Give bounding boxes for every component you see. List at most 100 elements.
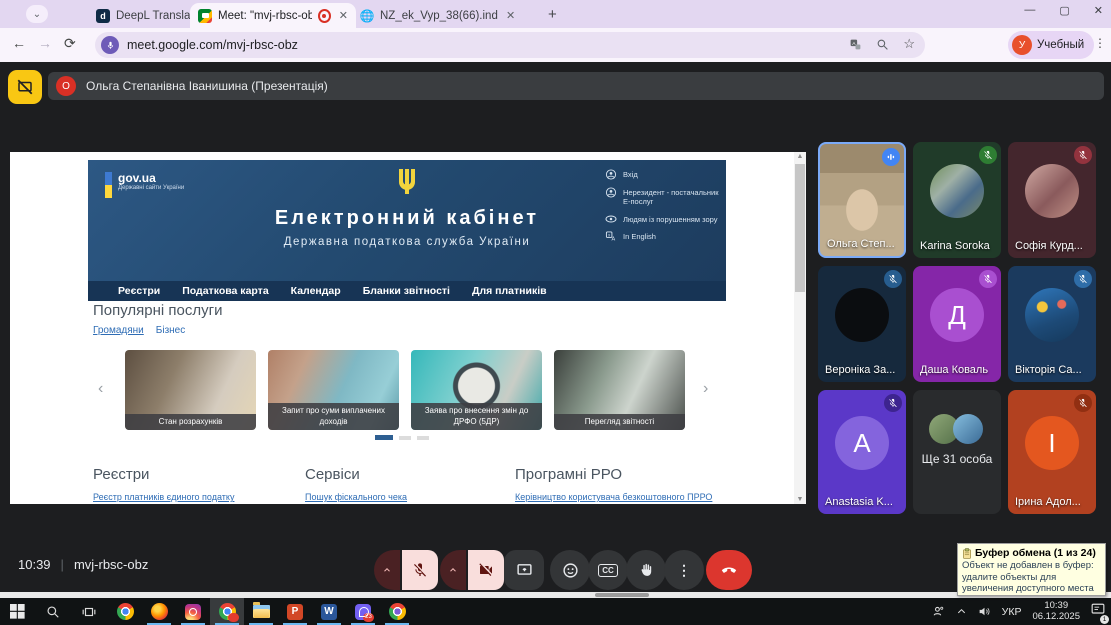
presenter-name: Ольга Степанівна Іванишина (Презентація) [86,79,328,93]
site-hero: gov.ua Державні сайти України Електронни… [88,160,726,281]
reactions-button[interactable] [550,550,590,590]
participant-tile-sofia[interactable]: Софія Курд... [1008,142,1096,258]
address-bar[interactable]: meet.google.com/mvj-rbsc-obz A ☆ [95,32,925,58]
carousel-dot[interactable] [417,436,429,440]
scrollbar-thumb[interactable] [795,164,805,292]
hidden-icons-chevron-icon[interactable] [956,606,967,617]
avatar [930,164,984,218]
service-card[interactable]: Заява про внесення змін до ДРФО (5ДР) [411,350,542,430]
nav-tax-map[interactable]: Податкова карта [182,285,268,297]
services-link[interactable]: Пошук фіскального чека [305,492,407,502]
participant-tile-overflow[interactable]: Ще 31 особа [913,390,1001,514]
scroll-down-icon[interactable]: ▼ [794,496,806,503]
browser-tab-strip: ⌄ d DeepL Translate | Найточніши ✕ Meet:… [0,0,1111,28]
login-link[interactable]: Вхід [605,170,720,180]
participant-tile-anastasia[interactable]: A Anastasia K... [818,390,906,514]
new-tab-button[interactable]: + [548,6,557,23]
scroll-up-icon[interactable]: ▲ [794,153,806,160]
participant-tile-viktoria[interactable]: Вікторія Са... [1008,266,1096,382]
reload-button[interactable]: ⟳ [64,35,76,52]
more-options-button[interactable]: ⋮ [664,550,704,590]
nav-for-payers[interactable]: Для платників [472,285,547,297]
tab-close-icon[interactable]: ✕ [339,9,348,22]
participant-tile-dasha[interactable]: Д Даша Коваль [913,266,1001,382]
close-button[interactable]: ✕ [1094,4,1103,17]
mic-off-icon [979,146,997,164]
nav-report-forms[interactable]: Бланки звітності [363,285,450,297]
action-center-button[interactable]: 1 [1091,603,1105,621]
taskbar-clock[interactable]: 10:39 06.12.2025 [1032,601,1080,623]
forward-button[interactable]: → [38,35,52,51]
citizens-link[interactable]: Громадяни [93,325,144,336]
taskbar-powerpoint-icon[interactable]: P [278,598,312,625]
start-button[interactable] [0,598,34,625]
mic-off-icon [884,270,902,288]
carousel-next-icon[interactable]: › [703,380,708,398]
raise-hand-button[interactable] [626,550,666,590]
profile-chip[interactable]: У Учебный [1008,31,1094,59]
taskbar-chrome-meeting-icon[interactable] [210,598,244,625]
carousel-dot[interactable] [399,436,411,440]
taskbar-word-icon[interactable]: W [312,598,346,625]
people-icon[interactable] [932,605,945,618]
svg-text:A: A [611,237,615,242]
task-view-button[interactable] [72,598,106,625]
hscrollbar-thumb[interactable] [595,593,649,597]
back-button[interactable]: ← [12,35,26,51]
business-link[interactable]: Бізнес [156,325,185,336]
captions-button[interactable]: CC [588,550,628,590]
carousel-prev-icon[interactable]: ‹ [98,380,103,398]
camera-off-button[interactable] [468,550,504,590]
tab-meet[interactable]: Meet: "mvj-rbsc-obz" ✕ [190,3,356,28]
participant-tile-karina[interactable]: Karina Soroka [913,142,1001,258]
language-indicator[interactable]: УКР [1002,606,1022,618]
registers-link[interactable]: Реєстр платників єдиного податку [93,492,234,502]
tab-indesign-file[interactable]: 🌐 NZ_ek_Vyp_38(66).indd ✕ [352,3,548,28]
nav-registers[interactable]: Реєстри [118,285,160,297]
tab-close-icon[interactable]: ✕ [506,9,515,22]
mic-permission-icon[interactable] [101,36,119,54]
zoom-search-icon[interactable] [876,38,889,51]
vision-impaired-link[interactable]: Людям із порушенням зору [605,215,720,224]
mic-off-button[interactable] [402,550,438,590]
tab-search-chevron-icon[interactable]: ⌄ [26,5,48,23]
taskbar-viber-icon[interactable]: 23 [346,598,380,625]
nonresident-link[interactable]: Нерезидент - постачальник Е-послуг [605,188,720,207]
taskbar-chrome-profile-icon[interactable] [380,598,414,625]
shared-screen: gov.ua Державні сайти України Електронни… [10,152,806,504]
presentation-off-icon[interactable] [8,70,42,104]
volume-icon[interactable] [978,605,991,618]
participant-tile-olga[interactable]: Ольга Степ... [818,142,906,258]
meet-stage: О Ольга Степанівна Іванишина (Презентаці… [0,62,1111,598]
rro-link[interactable]: Керівництво користувача безкоштовного ПР… [515,492,712,502]
taskbar-chrome-icon[interactable] [108,598,142,625]
camera-options-chevron-icon[interactable] [440,550,466,590]
taskbar-file-explorer-icon[interactable] [244,598,278,625]
translate-icon[interactable]: A [849,38,862,51]
maximize-button[interactable]: ▢ [1059,4,1069,17]
service-card[interactable]: Стан розрахунків [125,350,256,430]
mic-options-chevron-icon[interactable] [374,550,400,590]
carousel-dot-active[interactable] [375,435,393,440]
govua-logo[interactable]: gov.ua Державні сайти України [105,172,184,198]
more-options-icon: ⋮ [677,562,691,579]
browser-menu-icon[interactable]: ⋮ [1094,36,1106,50]
nav-calendar[interactable]: Календар [291,285,341,297]
page-scrollbar[interactable]: ▲ ▼ [794,152,806,504]
bookmark-star-icon[interactable]: ☆ [903,36,915,52]
meeting-time: 10:39 [18,557,51,572]
participant-tile-iryna[interactable]: І Ірина Адол... [1008,390,1096,514]
present-button[interactable] [504,550,544,590]
english-link[interactable]: Ax In English [605,232,720,242]
taskbar-instagram-icon[interactable] [176,598,210,625]
end-call-button[interactable] [706,550,752,590]
taskbar-search-button[interactable] [36,598,70,625]
participant-tile-veronika[interactable]: Вероніка За... [818,266,906,382]
service-card[interactable]: Запит про суми виплачених доходів [268,350,399,430]
camera-control [440,550,504,590]
taskbar-firefox-icon[interactable] [142,598,176,625]
service-card[interactable]: Перегляд звітності [554,350,685,430]
minimize-button[interactable]: — [1024,4,1035,17]
avatar [835,288,889,342]
participant-name: Даша Коваль [920,364,988,376]
